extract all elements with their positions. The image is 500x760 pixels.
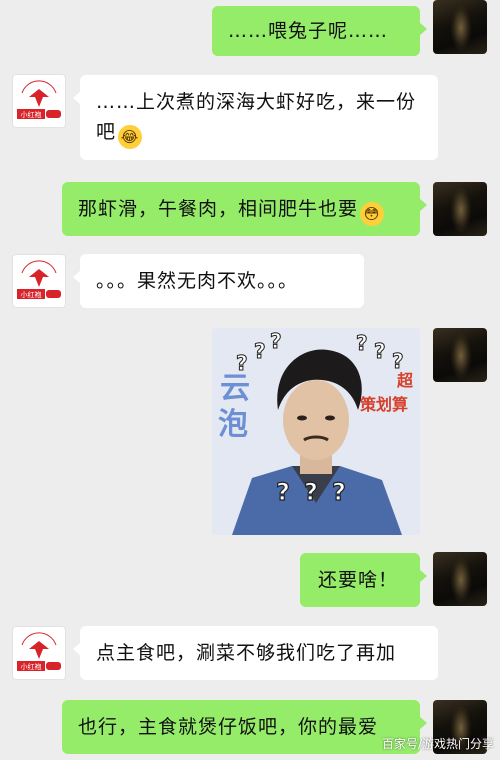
confused-man-sticker: 云 泡 超 策划算 ? ? ? ? ? ? ? ? ?: [212, 328, 420, 535]
sticker-image[interactable]: 云 泡 超 策划算 ? ? ? ? ? ? ? ? ?: [212, 328, 420, 535]
message-text: 也行，主食就煲仔饭吧，你的最爱: [78, 716, 379, 738]
restaurant-logo: 小红袍: [17, 260, 61, 299]
restaurant-avatar[interactable]: 小红袍: [12, 626, 66, 680]
user-avatar[interactable]: [433, 182, 487, 236]
flushed-face-icon: 😳: [360, 202, 385, 226]
message-bubble-restaurant[interactable]: 点主食吧，涮菜不够我们吃了再加: [73, 626, 438, 680]
message-bubble-user[interactable]: 也行，主食就煲仔饭吧，你的最爱: [62, 700, 427, 754]
svg-text:小红袍: 小红袍: [21, 662, 42, 671]
restaurant-logo: 小红袍: [17, 80, 61, 119]
message-text: ……上次煮的深海大虾好吃，来一份吧: [96, 91, 417, 143]
svg-text:?: ?: [236, 351, 248, 375]
message-bubble-user[interactable]: 还要啥！: [300, 553, 427, 607]
watermark: 百家号/游戏热门分享: [381, 737, 494, 751]
message-text: 点主食吧，涮菜不够我们吃了再加: [96, 642, 397, 664]
svg-text:策划算: 策划算: [359, 395, 408, 414]
user-avatar[interactable]: [433, 552, 487, 606]
message-bubble-restaurant[interactable]: ……上次煮的深海大虾好吃，来一份吧 😂: [73, 75, 438, 160]
svg-text:?: ?: [270, 329, 282, 353]
svg-text:小红袍: 小红袍: [21, 110, 42, 119]
restaurant-avatar[interactable]: 小红袍: [12, 254, 66, 308]
message-text: 那虾滑，午餐肉，相间肥牛也要: [78, 198, 359, 220]
svg-text:?: ?: [392, 349, 404, 373]
svg-text:小红袍: 小红袍: [21, 290, 42, 299]
svg-text:?: ?: [374, 339, 386, 363]
svg-text:?: ?: [356, 331, 368, 355]
svg-text:?: ?: [254, 339, 266, 363]
svg-text:?: ?: [276, 478, 290, 506]
face-tears-of-joy-icon: 😂: [118, 125, 143, 149]
svg-text:超: 超: [396, 371, 414, 390]
svg-text:泡: 泡: [218, 407, 248, 442]
restaurant-logo: 小红袍: [17, 632, 61, 671]
restaurant-avatar[interactable]: 小红袍: [12, 74, 66, 128]
message-bubble-restaurant[interactable]: 。。。果然无肉不欢。。。: [73, 254, 364, 308]
user-avatar[interactable]: [433, 0, 487, 54]
svg-text:云: 云: [220, 371, 250, 406]
message-text: ……喂兔子呢……: [228, 20, 389, 42]
message-text: 还要啥！: [318, 569, 399, 591]
user-avatar[interactable]: [433, 328, 487, 382]
message-bubble-user[interactable]: ……喂兔子呢……: [212, 6, 427, 56]
message-bubble-user[interactable]: 那虾滑，午餐肉，相间肥牛也要 😳: [62, 182, 427, 236]
message-text: 。。。果然无肉不欢。。。: [96, 270, 299, 292]
svg-text:?: ?: [304, 478, 318, 506]
svg-text:?: ?: [332, 478, 346, 506]
